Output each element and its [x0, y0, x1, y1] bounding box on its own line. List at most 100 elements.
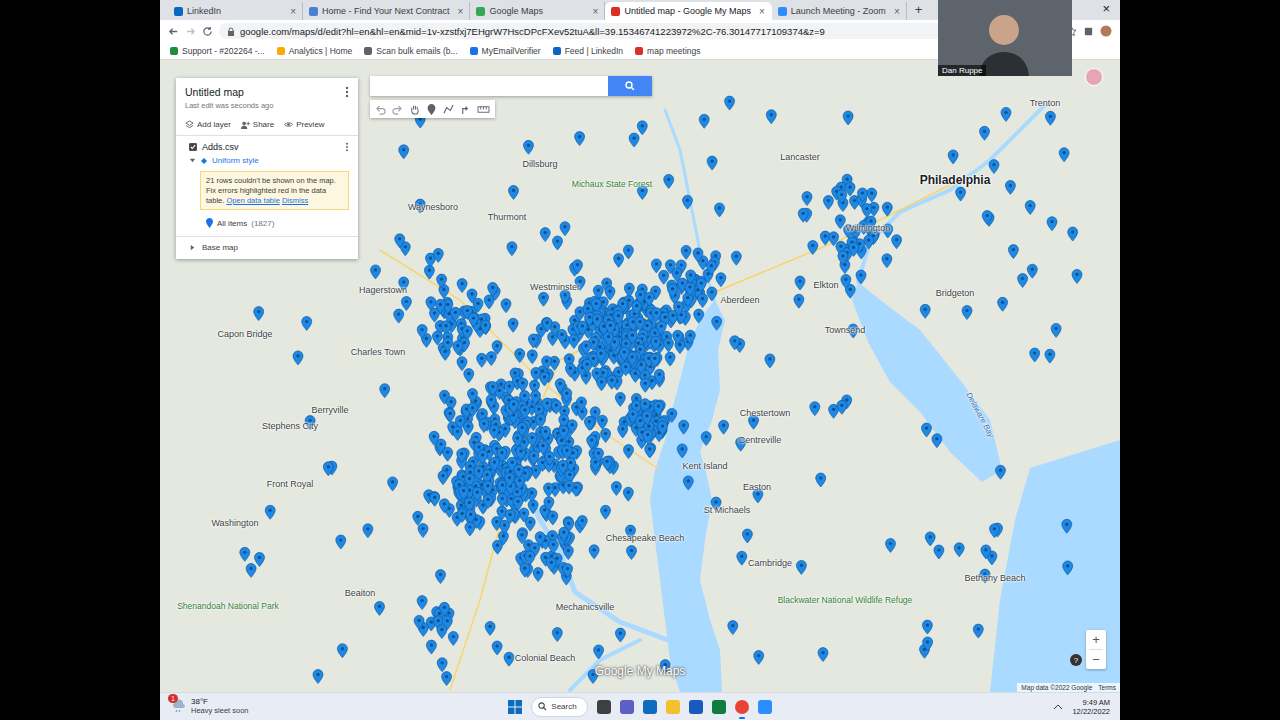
map-pin[interactable] — [989, 160, 999, 174]
map-pin[interactable] — [551, 400, 561, 414]
map-pin[interactable] — [593, 285, 603, 299]
map-pin[interactable] — [424, 265, 434, 279]
open-data-table-link[interactable]: Open data table — [226, 196, 279, 205]
bookmark[interactable]: Feed | LinkedIn — [553, 46, 623, 56]
map-pin[interactable] — [483, 481, 493, 495]
map-pin[interactable] — [1045, 111, 1055, 125]
map-pin[interactable] — [577, 321, 587, 335]
map-pin[interactable] — [1072, 269, 1082, 283]
ruler-icon[interactable] — [477, 104, 490, 115]
windows-start-icon[interactable] — [508, 700, 522, 714]
map-title[interactable]: Untitled map — [185, 86, 273, 98]
map-pin[interactable] — [594, 645, 604, 659]
map-pin[interactable] — [627, 546, 637, 560]
map-pin[interactable] — [497, 494, 507, 508]
map-pin[interactable] — [886, 539, 896, 553]
map-pin[interactable] — [313, 670, 323, 684]
map-pin[interactable] — [336, 535, 346, 549]
clock[interactable]: 9:49 AM 12/22/2022 — [1072, 698, 1110, 716]
map-pin[interactable] — [541, 426, 551, 440]
extensions-icon[interactable] — [1083, 26, 1094, 37]
map-pin[interactable] — [654, 369, 664, 383]
map-pin[interactable] — [685, 282, 695, 296]
map-pin[interactable] — [582, 359, 592, 373]
map-pin[interactable] — [664, 338, 674, 352]
map-pin[interactable] — [437, 658, 447, 672]
map-pin[interactable] — [615, 392, 625, 406]
map-pin[interactable] — [464, 369, 474, 383]
map-pin[interactable] — [659, 270, 669, 284]
map-pin[interactable] — [488, 282, 498, 296]
map-pin[interactable] — [548, 511, 558, 525]
address-text[interactable]: google.com/maps/d/edit?hl=en&hl=en&mid=1… — [240, 26, 825, 37]
map-pin[interactable] — [453, 341, 463, 355]
map-pin[interactable] — [645, 444, 655, 458]
map-pin[interactable] — [528, 500, 538, 514]
map-pin[interactable] — [925, 532, 935, 546]
task-view-icon[interactable] — [597, 700, 611, 714]
map-pin[interactable] — [615, 628, 625, 642]
map-pin[interactable] — [882, 202, 892, 216]
map-pin[interactable] — [293, 351, 303, 365]
map-pin[interactable] — [798, 208, 808, 222]
help-button[interactable]: ? — [1070, 654, 1082, 666]
map-pin[interactable] — [829, 232, 839, 246]
map-pin[interactable] — [596, 348, 606, 362]
map-pin[interactable] — [573, 260, 583, 274]
map-pin[interactable] — [401, 297, 411, 311]
map-pin[interactable] — [395, 234, 405, 248]
map-pin[interactable] — [795, 276, 805, 290]
close-window-button[interactable]: × — [1092, 1, 1120, 19]
map-pin[interactable] — [240, 547, 250, 561]
map-pin[interactable] — [640, 378, 650, 392]
bookmark[interactable]: Analytics | Home — [277, 46, 353, 56]
map-pin[interactable] — [725, 96, 735, 110]
map-pin[interactable] — [468, 403, 478, 417]
map-pin[interactable] — [559, 425, 569, 439]
map-pin[interactable] — [623, 487, 633, 501]
map-pin[interactable] — [1059, 148, 1069, 162]
bookmark[interactable]: Support - #202264 -... — [170, 46, 265, 56]
map-pin[interactable] — [469, 313, 479, 327]
map-pin[interactable] — [533, 568, 543, 582]
map-pin[interactable] — [715, 203, 725, 217]
zoom-out-button[interactable]: − — [1092, 650, 1100, 669]
map-pin[interactable] — [529, 451, 539, 465]
map-pin[interactable] — [527, 350, 537, 364]
bookmark[interactable]: map meetings — [635, 46, 700, 56]
zoom-in-button[interactable]: + — [1092, 630, 1100, 649]
map-pin[interactable] — [517, 422, 527, 436]
map-pin[interactable] — [553, 236, 563, 250]
map-pin[interactable] — [540, 228, 550, 242]
map-pin[interactable] — [737, 551, 747, 565]
map-pin[interactable] — [668, 284, 678, 298]
map-pin[interactable] — [399, 145, 409, 159]
map-pin[interactable] — [536, 414, 546, 428]
browser-tab[interactable]: Google Maps× — [470, 2, 605, 20]
map-pin[interactable] — [489, 425, 499, 439]
map-pin[interactable] — [808, 241, 818, 255]
map-pin[interactable] — [1005, 180, 1015, 194]
map-pin[interactable] — [472, 487, 482, 501]
bookmark[interactable]: MyEmailVerifier — [470, 46, 541, 56]
style-link[interactable]: Uniform style — [212, 156, 259, 165]
map-pin[interactable] — [564, 480, 574, 494]
map-pin[interactable] — [624, 445, 634, 459]
map-pin[interactable] — [478, 450, 488, 464]
map-pin[interactable] — [481, 320, 491, 334]
panel-action-button[interactable]: Share — [241, 120, 274, 129]
map-pin[interactable] — [716, 273, 726, 287]
map-pin[interactable] — [581, 341, 591, 355]
map-pin[interactable] — [707, 287, 717, 301]
map-pin[interactable] — [728, 621, 738, 635]
close-tab-button[interactable]: × — [454, 6, 464, 17]
map-pin[interactable] — [981, 545, 991, 559]
map-pin[interactable] — [707, 156, 717, 170]
map-pin[interactable] — [765, 354, 775, 368]
map-pin[interactable] — [664, 174, 674, 188]
map-pin[interactable] — [706, 261, 716, 275]
map-pin[interactable] — [445, 408, 455, 422]
map-pin[interactable] — [507, 242, 517, 256]
map-pin[interactable] — [681, 245, 691, 259]
map-pin[interactable] — [754, 651, 764, 665]
